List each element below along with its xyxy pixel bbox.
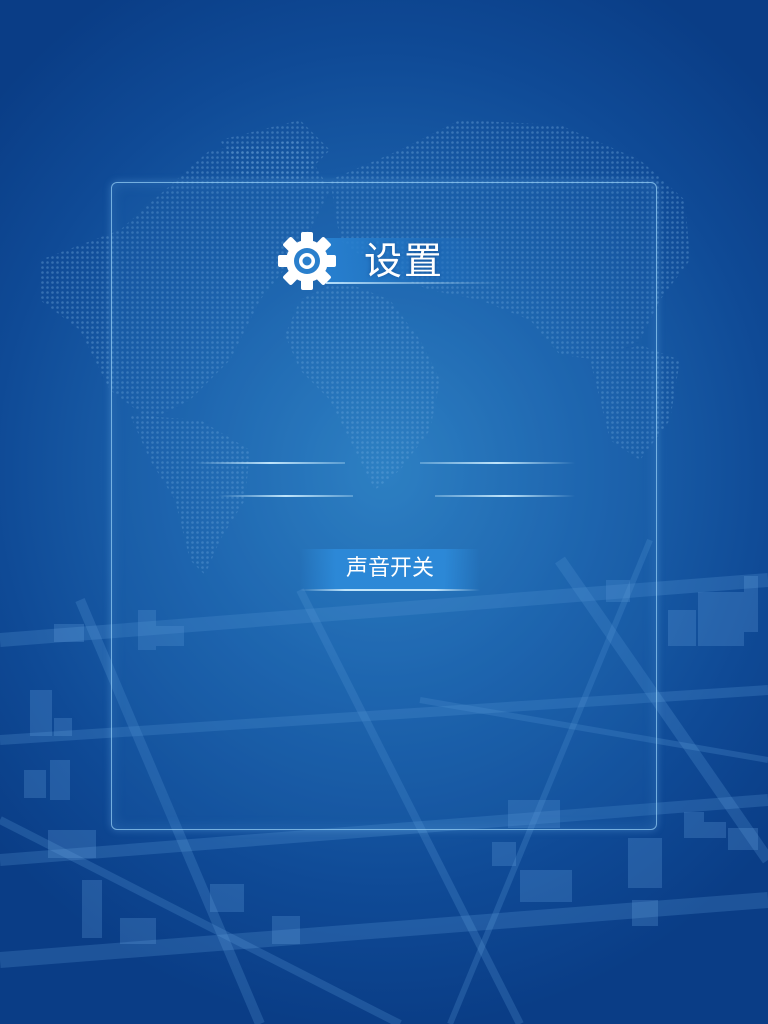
sound-toggle-button[interactable]: 声音开关 <box>300 549 480 591</box>
sound-toggle-label: 声音开关 <box>345 556 434 581</box>
divider-line <box>195 462 345 464</box>
sound-toggle-underline <box>300 589 480 591</box>
divider-line <box>420 462 575 464</box>
settings-header: 设置 <box>276 228 506 292</box>
page-title: 设置 <box>364 239 445 283</box>
divider-line <box>435 495 575 497</box>
divider-line <box>218 495 353 497</box>
gear-icon <box>278 232 336 290</box>
